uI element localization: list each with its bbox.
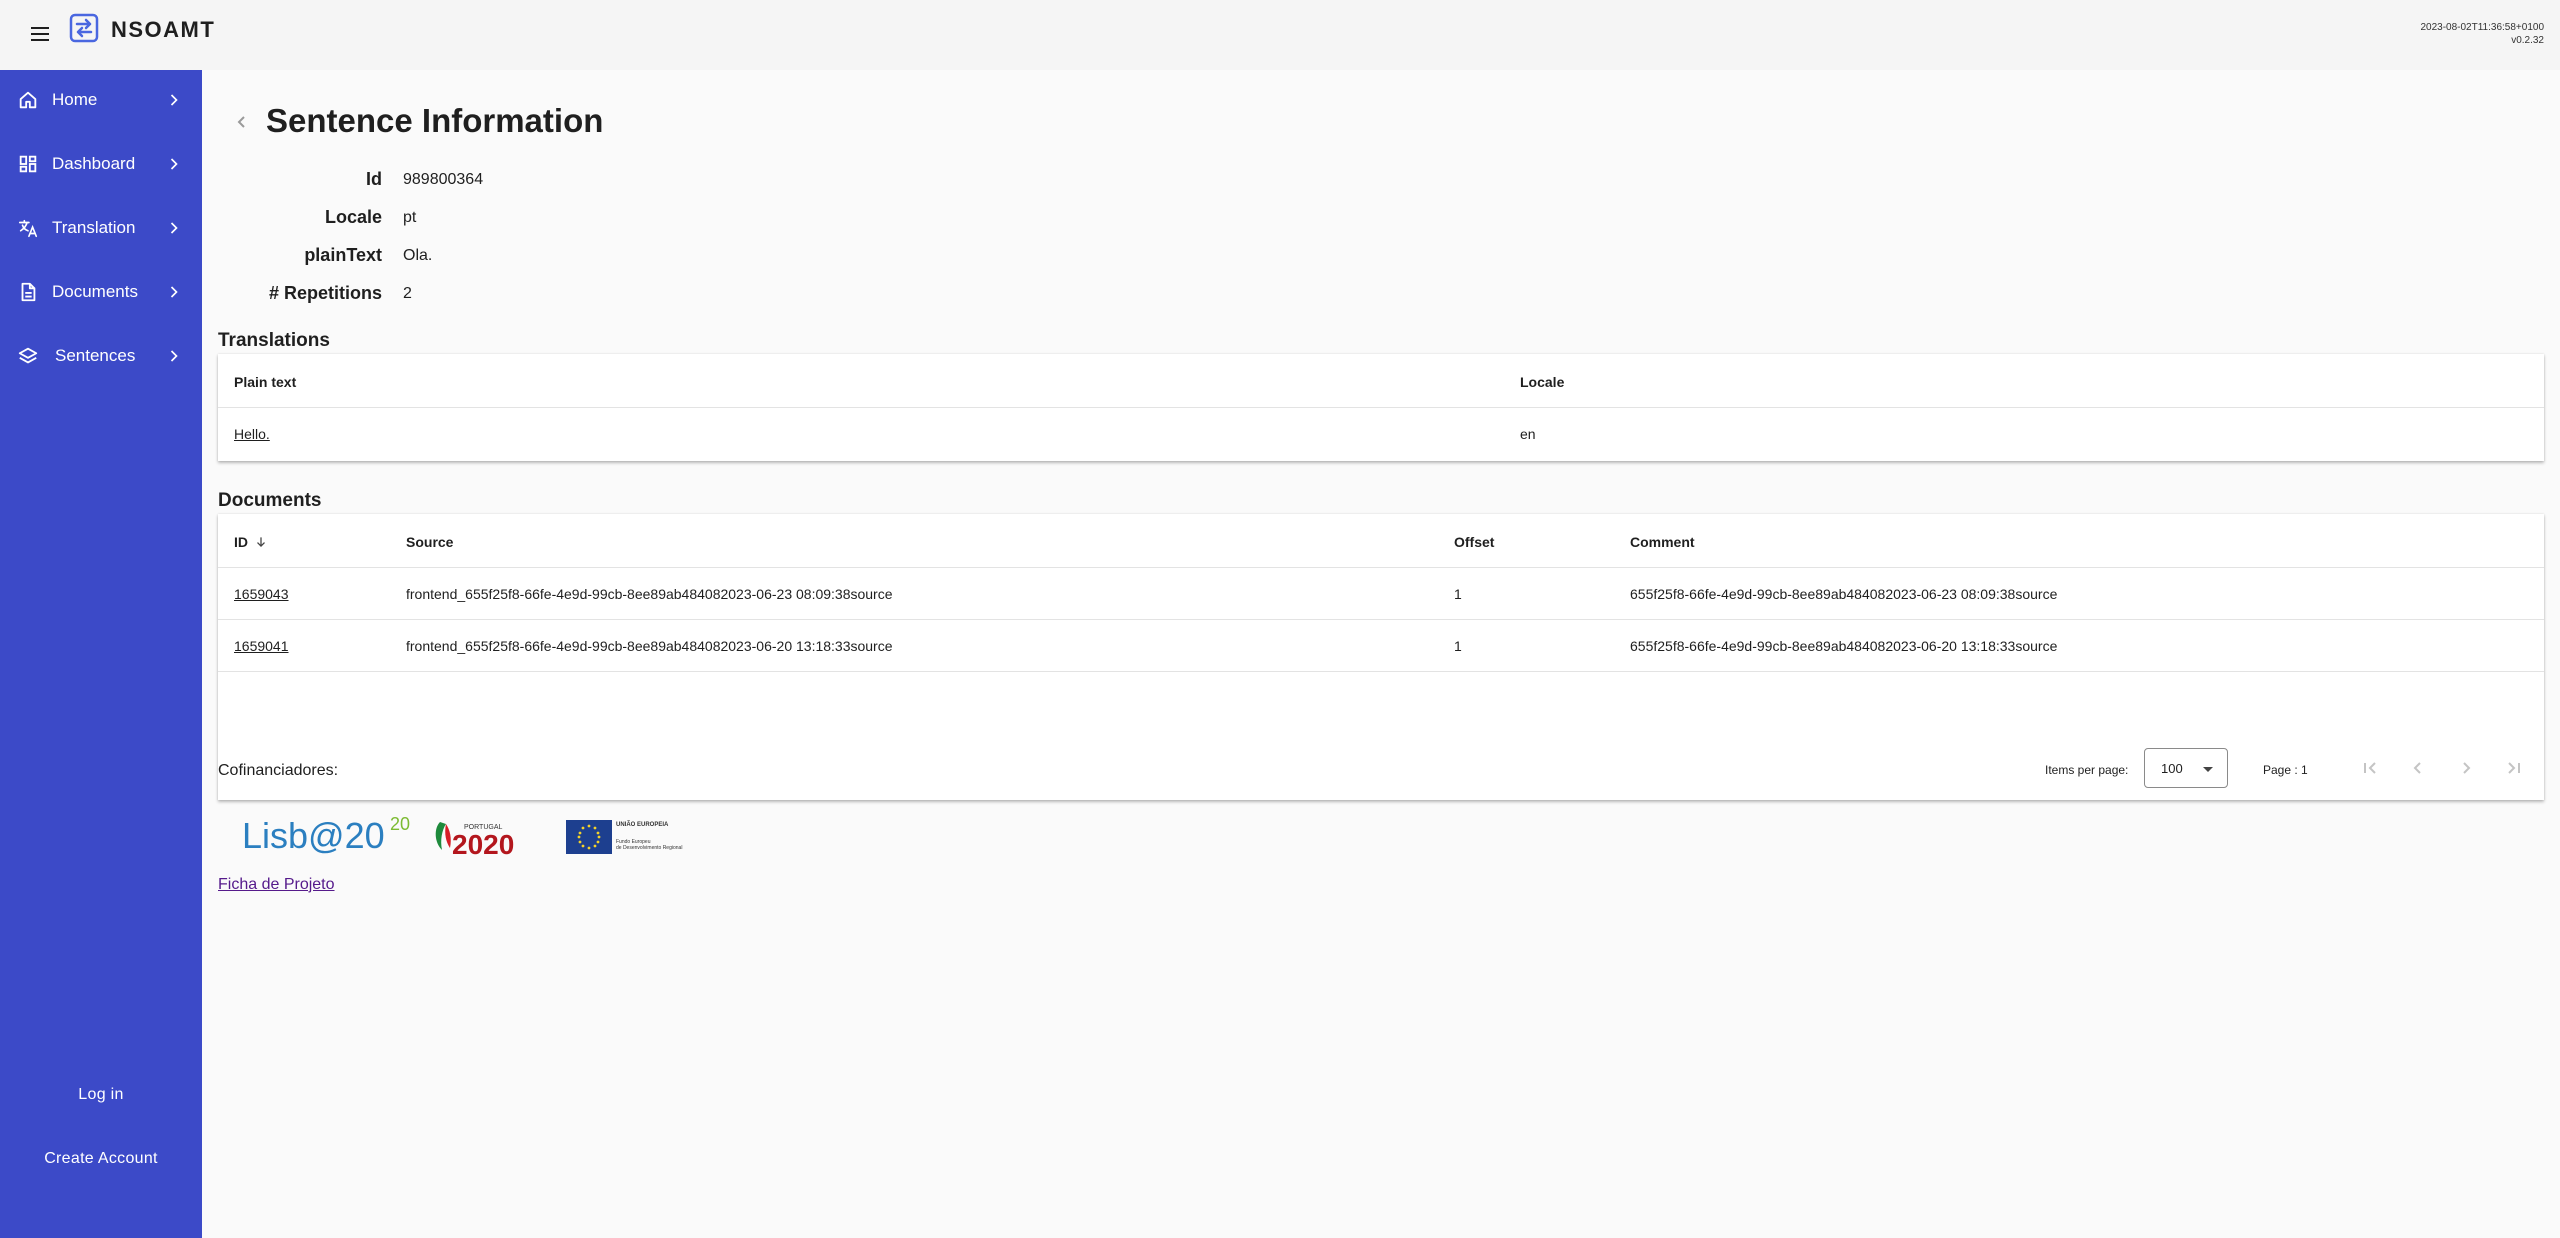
sidebar-item-label: Dashboard bbox=[52, 154, 136, 173]
document-icon bbox=[21, 282, 36, 302]
document-comment: 655f25f8-66fe-4e9d-99cb-8ee89ab484082023… bbox=[1630, 586, 2058, 602]
chevron-right-icon bbox=[170, 350, 178, 362]
layers-icon bbox=[18, 347, 38, 364]
translation-locale: en bbox=[1520, 426, 1536, 442]
plaintext-label: plainText bbox=[304, 245, 382, 265]
build-info: 2023-08-02T11:36:58+0100 v0.2.32 bbox=[2420, 21, 2544, 47]
sponsor-logos-image: Lisb@20 20 PORTUGAL 2020 UNIÃO EUROPEIA … bbox=[242, 814, 682, 860]
column-header-id-label: ID bbox=[234, 534, 248, 550]
column-header-comment[interactable]: Comment bbox=[1630, 534, 1695, 550]
sidebar-item-sentences[interactable]: Sentences bbox=[0, 332, 202, 380]
table-row: 1659041 frontend_655f25f8-66fe-4e9d-99cb… bbox=[218, 620, 2544, 672]
id-value: 989800364 bbox=[403, 171, 484, 188]
document-source: frontend_655f25f8-66fe-4e9d-99cb-8ee89ab… bbox=[406, 638, 893, 654]
column-header-offset[interactable]: Offset bbox=[1454, 534, 1494, 550]
dashboard-icon bbox=[19, 155, 37, 173]
menu-icon[interactable] bbox=[22, 16, 58, 52]
translate-icon bbox=[18, 219, 38, 238]
translation-link[interactable]: Hello. bbox=[234, 426, 270, 442]
main-content: Sentence Information Id 989800364 Locale… bbox=[202, 70, 2560, 1238]
sidebar-item-home[interactable]: Home bbox=[0, 76, 202, 124]
sidebar-item-label: Home bbox=[52, 90, 98, 109]
sidebar: Home Dashboard Translation Documents Sen… bbox=[0, 70, 202, 1238]
document-offset: 1 bbox=[1454, 638, 1462, 654]
document-source: frontend_655f25f8-66fe-4e9d-99cb-8ee89ab… bbox=[406, 586, 893, 602]
table-header: Plain text Locale bbox=[218, 354, 2544, 408]
locale-label: Locale bbox=[324, 207, 382, 227]
items-per-page-value: 100 bbox=[2161, 761, 2183, 776]
cofinanciadores-label: Cofinanciadores: bbox=[218, 762, 339, 779]
top-bar: NSOAMT 2023-08-02T11:36:58+0100 v0.2.32 bbox=[0, 0, 2560, 70]
chevron-right-icon bbox=[170, 158, 178, 170]
lisboa-logo-text: Lisb@20 bbox=[242, 815, 385, 856]
document-comment: 655f25f8-66fe-4e9d-99cb-8ee89ab484082023… bbox=[1630, 638, 2058, 654]
column-header-locale[interactable]: Locale bbox=[1520, 374, 1564, 390]
home-icon bbox=[19, 91, 37, 109]
translations-title: Translations bbox=[218, 330, 330, 351]
dropdown-arrow-icon bbox=[2203, 767, 2213, 772]
login-button[interactable]: Log in bbox=[0, 1086, 202, 1104]
app-version: v0.2.32 bbox=[2511, 35, 2544, 46]
last-page-icon[interactable] bbox=[2502, 756, 2526, 780]
chevron-right-icon bbox=[170, 94, 178, 106]
document-offset: 1 bbox=[1454, 586, 1462, 602]
repetitions-label: # Repetitions bbox=[268, 283, 382, 303]
lisboa-logo-superscript: 20 bbox=[390, 814, 410, 834]
id-label: Id bbox=[366, 169, 382, 189]
sidebar-item-label: Sentences bbox=[55, 346, 136, 365]
project-sheet-link[interactable]: Ficha de Projeto bbox=[218, 876, 335, 894]
table-header: ID Source Offset Comment bbox=[218, 514, 2544, 568]
table-row: 1659043 frontend_655f25f8-66fe-4e9d-99cb… bbox=[218, 568, 2544, 620]
eu-logo-line2: de Desenvolvimento Regional bbox=[616, 845, 682, 851]
repetitions-value: 2 bbox=[403, 285, 412, 302]
document-id-link[interactable]: 1659043 bbox=[234, 586, 289, 602]
column-header-id[interactable]: ID bbox=[234, 534, 268, 550]
locale-value: pt bbox=[403, 209, 417, 226]
paginator: Items per page: 100 Page : 1 bbox=[218, 744, 2544, 800]
sidebar-item-label: Documents bbox=[52, 282, 138, 301]
sponsor-logos: Lisb@20 20 PORTUGAL 2020 UNIÃO EUROPEIA … bbox=[240, 812, 720, 860]
sidebar-item-documents[interactable]: Documents bbox=[0, 268, 202, 316]
sidebar-item-translation[interactable]: Translation bbox=[0, 204, 202, 252]
documents-title: Documents bbox=[218, 490, 322, 511]
arrow-down-icon bbox=[256, 537, 265, 547]
portugal-2020-logo: PORTUGAL 2020 bbox=[435, 822, 514, 860]
previous-page-icon[interactable] bbox=[2406, 756, 2430, 780]
page-label: Page : 1 bbox=[2263, 763, 2308, 777]
chevron-right-icon bbox=[170, 286, 178, 298]
next-page-icon[interactable] bbox=[2454, 756, 2478, 780]
eu-flag-logo: UNIÃO EUROPEIA Fundo Europeu de Desenvol… bbox=[566, 820, 682, 854]
translations-table: Plain text Locale Hello. en bbox=[218, 354, 2544, 461]
lisboa-2020-logo: Lisb@20 20 bbox=[242, 814, 410, 856]
plaintext-value: Ola. bbox=[403, 247, 433, 264]
column-header-plain-text[interactable]: Plain text bbox=[234, 374, 296, 390]
sidebar-item-dashboard[interactable]: Dashboard bbox=[0, 140, 202, 188]
table-row: Hello. en bbox=[218, 408, 2544, 460]
back-icon[interactable] bbox=[230, 110, 254, 134]
portugal-logo-text: 2020 bbox=[452, 829, 514, 860]
first-page-icon[interactable] bbox=[2358, 756, 2382, 780]
sidebar-item-label: Translation bbox=[52, 218, 136, 237]
items-per-page-label: Items per page: bbox=[2045, 763, 2129, 777]
chevron-right-icon bbox=[170, 222, 178, 234]
documents-table: ID Source Offset Comment 1659043 fronten… bbox=[218, 514, 2544, 800]
eu-logo-title: UNIÃO EUROPEIA bbox=[616, 821, 669, 828]
column-header-source[interactable]: Source bbox=[406, 534, 453, 550]
document-id-link[interactable]: 1659041 bbox=[234, 638, 289, 654]
build-time: 2023-08-02T11:36:58+0100 bbox=[2420, 22, 2544, 33]
items-per-page-select[interactable]: 100 bbox=[2144, 748, 2228, 788]
app-logo-icon[interactable] bbox=[68, 12, 100, 44]
page-title: Sentence Information bbox=[266, 102, 604, 139]
app-brand[interactable]: NSOAMT bbox=[111, 17, 215, 43]
create-account-button[interactable]: Create Account bbox=[0, 1150, 202, 1168]
